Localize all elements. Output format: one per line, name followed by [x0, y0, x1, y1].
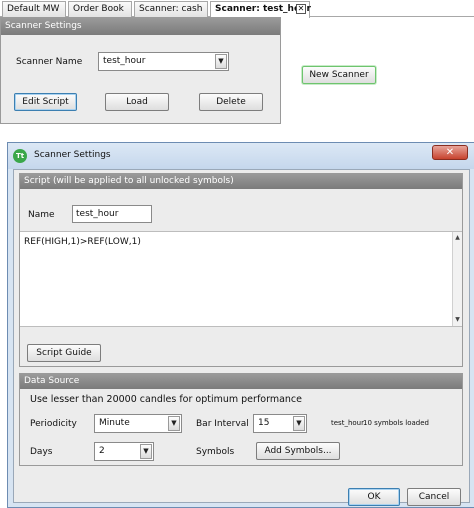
close-icon[interactable]: ✕: [296, 4, 306, 14]
days-value: 2: [99, 446, 105, 456]
use-candles-label: Use lesser than 20000 candles for optimu…: [30, 394, 302, 405]
tab-order-book[interactable]: Order Book: [68, 1, 132, 17]
script-text: REF(HIGH,1)>REF(LOW,1): [24, 237, 141, 247]
scanner-name-value: test_hour: [103, 56, 146, 66]
scanner-name-label: Scanner Name: [16, 57, 83, 67]
scroll-down-icon[interactable]: ▼: [453, 315, 462, 325]
dialog-titlebar[interactable]: Tt Scanner Settings ✕: [8, 143, 474, 169]
vertical-scrollbar[interactable]: ▲ ▼: [452, 232, 462, 326]
tab-scanner-test-hour[interactable]: Scanner: test_hour ✕: [210, 1, 311, 18]
data-source-group: Data Source Use lesser than 20000 candle…: [19, 373, 463, 466]
ok-button[interactable]: OK: [348, 488, 400, 506]
bar-interval-value: 15: [258, 418, 270, 428]
tab-scanner-cash[interactable]: Scanner: cash: [134, 1, 208, 17]
periodicity-label: Periodicity: [30, 419, 77, 429]
bar-interval-select[interactable]: 15 ▼: [253, 414, 307, 433]
symbols-info-name: test_hour: [331, 419, 364, 427]
bar-interval-label: Bar Interval: [196, 419, 249, 429]
symbols-label: Symbols: [196, 447, 235, 457]
chevron-down-icon[interactable]: ▼: [293, 416, 305, 431]
name-field[interactable]: test_hour: [72, 205, 152, 223]
dialog-body: Script (will be applied to all unlocked …: [13, 169, 470, 506]
tab-bar: Default MW Order Book Scanner: cash Scan…: [0, 0, 474, 18]
add-symbols-button[interactable]: Add Symbols...: [256, 442, 340, 460]
delete-button[interactable]: Delete: [199, 93, 263, 111]
script-editor[interactable]: REF(HIGH,1)>REF(LOW,1) ▲ ▼: [20, 231, 462, 327]
load-button[interactable]: Load: [105, 93, 169, 111]
dialog-title: Scanner Settings: [34, 150, 111, 160]
script-group: Script (will be applied to all unlocked …: [19, 173, 463, 367]
close-icon[interactable]: ✕: [432, 145, 468, 160]
scanner-settings-dialog: Tt Scanner Settings ✕ Script (will be ap…: [7, 142, 474, 508]
scanner-settings-panel: Scanner Settings Scanner Name test_hour …: [0, 17, 281, 124]
scroll-up-icon[interactable]: ▲: [453, 233, 462, 243]
tab-default-mw[interactable]: Default MW: [2, 1, 66, 17]
cancel-button[interactable]: Cancel: [407, 488, 461, 506]
chevron-down-icon[interactable]: ▼: [215, 54, 227, 69]
panel-title: Scanner Settings: [1, 18, 280, 35]
script-guide-button[interactable]: Script Guide: [27, 344, 101, 362]
days-select[interactable]: 2 ▼: [94, 442, 154, 461]
app-logo-icon: Tt: [13, 149, 27, 163]
new-scanner-button[interactable]: New Scanner: [302, 66, 376, 84]
days-label: Days: [30, 447, 53, 457]
chevron-down-icon[interactable]: ▼: [140, 444, 152, 459]
periodicity-value: Minute: [99, 418, 130, 428]
scanner-name-select[interactable]: test_hour ▼: [98, 52, 229, 71]
name-label: Name: [28, 210, 55, 220]
data-source-title: Data Source: [20, 374, 462, 389]
script-group-title: Script (will be applied to all unlocked …: [20, 174, 462, 189]
chevron-down-icon[interactable]: ▼: [168, 416, 180, 431]
edit-script-button[interactable]: Edit Script: [14, 93, 77, 111]
symbols-info-count: 10 symbols loaded: [363, 419, 429, 427]
periodicity-select[interactable]: Minute ▼: [94, 414, 182, 433]
